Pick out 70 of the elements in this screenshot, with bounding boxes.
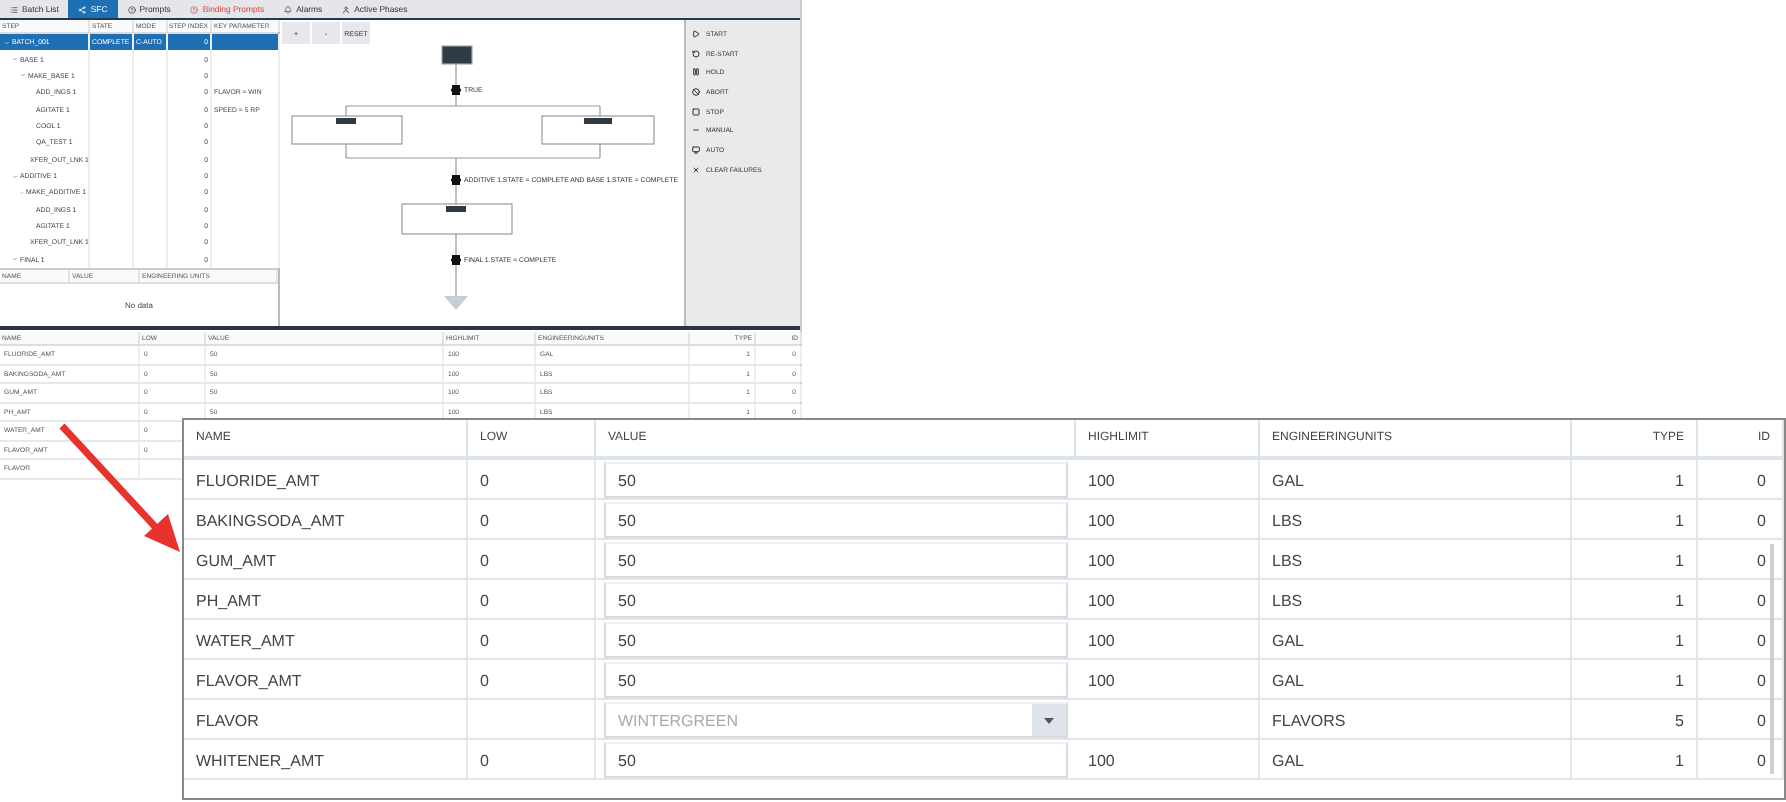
transition-icon[interactable] — [451, 175, 461, 185]
table-cell: WATER_AMT — [184, 620, 468, 660]
table-cell: GAL — [1260, 660, 1572, 700]
value-field[interactable]: 50 — [604, 622, 1068, 658]
table-cell: 100 — [1076, 660, 1260, 700]
table-cell: GAL — [1260, 620, 1572, 660]
table-cell: 0 — [468, 540, 596, 580]
table-cell: 1 — [1572, 620, 1698, 660]
value-field[interactable]: 50 — [604, 662, 1068, 698]
help-icon — [127, 5, 136, 13]
table-cell: LBS — [1260, 580, 1572, 620]
table-cell: GUM_AMT — [184, 540, 468, 580]
table-cell: 100 — [1076, 500, 1260, 540]
table-cell: 0 — [468, 500, 596, 540]
table-cell: 1 — [1572, 460, 1698, 500]
caret-icon — [1044, 717, 1054, 723]
table-cell: 100 — [1076, 580, 1260, 620]
table-cell: 100 — [1076, 460, 1260, 500]
monitor-icon — [692, 145, 700, 154]
value-field[interactable]: 50 — [604, 742, 1068, 778]
value-field[interactable]: 50 — [604, 582, 1068, 618]
initial-step[interactable] — [441, 45, 473, 65]
pointer-arrow — [56, 420, 184, 556]
end-marker-icon — [444, 296, 468, 310]
user-icon — [342, 5, 351, 13]
table-cell: WHITENER_AMT — [184, 740, 468, 780]
table-cell: FLAVOR — [184, 700, 468, 740]
play-icon — [692, 29, 700, 38]
value-field[interactable]: 50 — [604, 462, 1068, 498]
table-cell: 0 — [468, 580, 596, 620]
value-field[interactable]: 50 — [604, 542, 1068, 578]
table-cell: 0 — [468, 460, 596, 500]
table-cell: LBS — [1260, 540, 1572, 580]
step-title-bar — [336, 118, 356, 124]
table-cell: 0 — [1698, 500, 1784, 540]
restart-icon — [692, 49, 700, 58]
table-cell: 100 — [1076, 620, 1260, 660]
bell-icon — [284, 5, 293, 13]
table-cell: FLAVOR_AMT — [184, 660, 468, 700]
table-cell: 1 — [1572, 540, 1698, 580]
transition-icon[interactable] — [451, 85, 461, 95]
table-cell: FLUORIDE_AMT — [184, 460, 468, 500]
table-cell: 1 — [1572, 580, 1698, 620]
table-cell: 5 — [1572, 700, 1698, 740]
pause-icon — [692, 68, 700, 77]
table-cell: 100 — [1076, 740, 1260, 780]
table-cell: 100 — [1076, 540, 1260, 580]
table-cell: FLAVORS — [1260, 700, 1572, 740]
table-cell: 1 — [1572, 660, 1698, 700]
table-cell: 0 — [468, 620, 596, 660]
table-cell: 1 — [1572, 740, 1698, 780]
table-cell: 1 — [1572, 500, 1698, 540]
help-icon — [190, 5, 199, 13]
table-cell: 0 — [468, 740, 596, 780]
value-field[interactable]: 50 — [604, 502, 1068, 538]
table-cell: LBS — [1260, 500, 1572, 540]
list-icon — [10, 5, 18, 13]
transition-icon[interactable] — [451, 255, 461, 265]
ban-icon — [692, 87, 700, 96]
table-cell: BAKINGSODA_AMT — [184, 500, 468, 540]
table-cell: 0 — [468, 660, 596, 700]
table-cell: GAL — [1260, 740, 1572, 780]
table-cell: GAL — [1260, 460, 1572, 500]
stop-icon — [692, 107, 700, 116]
table-cell: 0 — [1698, 460, 1784, 500]
step-title-bar — [584, 118, 612, 124]
step-title-bar — [446, 206, 466, 212]
scrollbar[interactable] — [1770, 544, 1774, 774]
network-icon — [78, 5, 87, 13]
table-cell: PH_AMT — [184, 580, 468, 620]
